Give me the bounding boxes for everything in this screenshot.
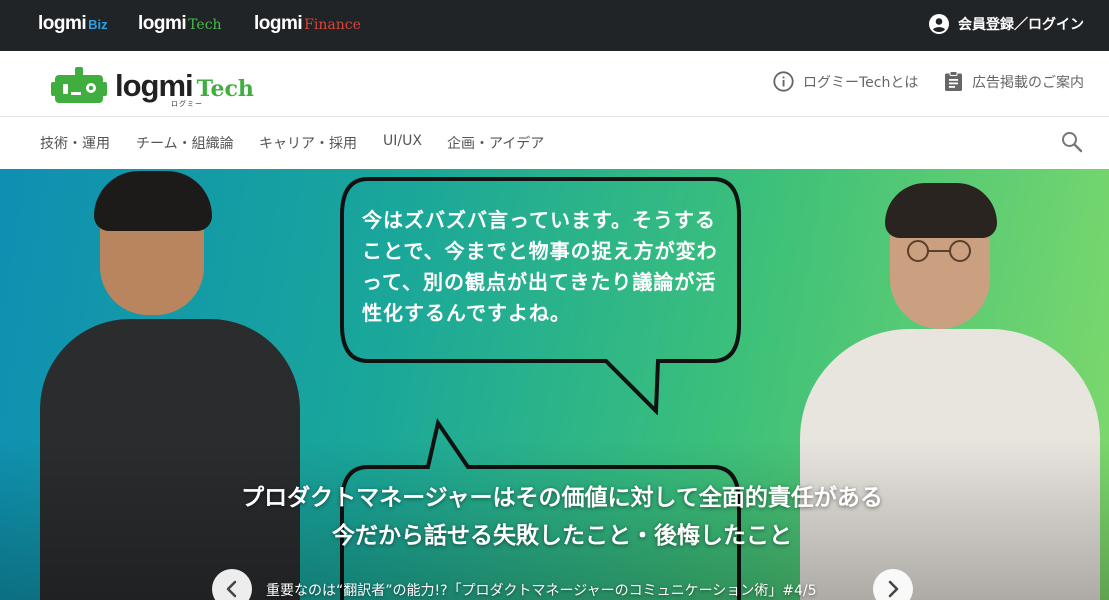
speaker-left-hair: [94, 171, 212, 231]
network-bar: logmi Biz logmi Tech logmi Finance 会員登録／…: [0, 0, 1109, 51]
brand-link-tech[interactable]: logmi Tech: [138, 13, 222, 37]
logo-subtext: ログミー: [171, 99, 203, 108]
brand-suffix: Finance: [304, 17, 361, 33]
nav-item-tech-ops[interactable]: 技術・運用: [40, 133, 110, 153]
hero-title-line2: 今だから話せる失敗したこと・後悔したこと: [332, 523, 792, 549]
site-header: logmi Tech ログミー ログミーTechとは 広告掲載のご案内: [0, 51, 1109, 117]
clipboard-icon: [945, 71, 962, 91]
about-label: ログミーTechとは: [803, 74, 919, 91]
login-label: 会員登録／ログイン: [958, 17, 1084, 33]
brand-logo: logmi: [138, 13, 187, 34]
nav-item-planning[interactable]: 企画・アイデア: [447, 133, 544, 153]
chevron-right-icon: [888, 580, 899, 598]
info-icon: [773, 71, 794, 92]
about-link[interactable]: ログミーTechとは: [773, 71, 918, 92]
logo-wordmark: logmi: [115, 67, 194, 103]
nav-item-career[interactable]: キャリア・採用: [259, 133, 357, 153]
glasses-icon: [907, 240, 971, 262]
category-nav: 技術・運用 チーム・組織論 キャリア・採用 UI/UX 企画・アイデア: [0, 117, 1109, 169]
brand-suffix: Tech: [188, 17, 222, 33]
ad-info-link[interactable]: 広告掲載のご案内: [944, 71, 1084, 92]
brand-link-finance[interactable]: logmi Finance: [254, 13, 361, 37]
hero-carousel[interactable]: 今はズバズバ言っています。そうすることで、今までと物事の捉え方が変わって、別の観…: [0, 169, 1109, 600]
search-button[interactable]: [1061, 131, 1083, 157]
brand-logo: logmi: [254, 13, 303, 34]
brand-suffix: Biz: [88, 17, 108, 32]
robot-logo-icon: [51, 67, 107, 103]
brand-logo: logmi: [38, 13, 87, 34]
nav-item-uiux[interactable]: UI/UX: [383, 133, 422, 149]
hero-title[interactable]: プロダクトマネージャーはその価値に対して全面的責任がある 今だから話せる失敗した…: [0, 479, 1109, 555]
site-logo[interactable]: logmi Tech ログミー: [51, 65, 254, 108]
logo-tech: Tech: [196, 75, 254, 102]
nav-item-team[interactable]: チーム・組織論: [136, 133, 234, 153]
account-circle-icon: [929, 14, 949, 34]
chevron-left-icon: [226, 580, 237, 598]
search-icon: [1062, 132, 1083, 153]
brand-link-biz[interactable]: logmi Biz: [38, 13, 108, 37]
login-button[interactable]: 会員登録／ログイン: [929, 14, 1084, 34]
speaker-right-hair: [885, 183, 997, 238]
ad-info-label: 広告掲載のご案内: [972, 74, 1084, 91]
bubble-quote: 今はズバズバ言っています。そうすることで、今までと物事の捉え方が変わって、別の観…: [362, 208, 718, 325]
speech-bubble: 今はズバズバ言っています。そうすることで、今までと物事の捉え方が変わって、別の観…: [338, 175, 743, 415]
hero-subtitle[interactable]: 重要なのは“翻訳者”の能力!?「プロダクトマネージャーのコミュニケーション術」#…: [266, 580, 817, 600]
hero-title-line1: プロダクトマネージャーはその価値に対して全面的責任がある: [241, 485, 883, 511]
